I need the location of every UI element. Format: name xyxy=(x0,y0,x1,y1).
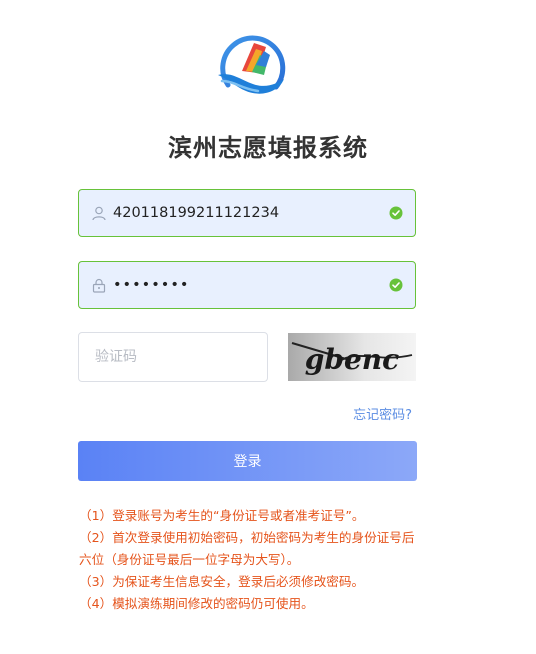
check-circle-icon xyxy=(389,206,403,220)
captcha-text: gbenc xyxy=(305,343,399,376)
lock-icon xyxy=(85,278,113,293)
logo-icon xyxy=(218,35,286,94)
user-icon xyxy=(85,206,113,221)
note-item: （2）首次登录使用初始密码，初始密码为考生的身份证号后六位（身份证号最后一位字母… xyxy=(79,530,415,567)
note-item: （3）为保证考生信息安全，登录后必须修改密码。 xyxy=(79,574,365,589)
captcha-input[interactable] xyxy=(93,348,257,366)
captcha-field[interactable] xyxy=(78,332,268,382)
login-button[interactable]: 登录 xyxy=(78,441,417,481)
account-field[interactable]: 420118199211121234 xyxy=(78,189,416,237)
forgot-password-link[interactable]: 忘记密码? xyxy=(353,404,412,423)
login-notes: （1）登录账号为考生的“身份证号或者准考证号”。 （2）首次登录使用初始密码，初… xyxy=(79,505,419,615)
password-input[interactable]: •••••••• xyxy=(113,277,389,293)
password-field[interactable]: •••••••• xyxy=(78,261,416,309)
note-item: （4）模拟演练期间修改的密码仍可使用。 xyxy=(79,596,314,611)
account-input[interactable]: 420118199211121234 xyxy=(113,205,389,221)
check-circle-icon xyxy=(389,278,403,292)
page-title: 滨州志愿填报系统 xyxy=(168,134,368,162)
note-item: （1）登录账号为考生的“身份证号或者准考证号”。 xyxy=(79,508,365,523)
captcha-image[interactable]: gbenc xyxy=(288,333,416,381)
